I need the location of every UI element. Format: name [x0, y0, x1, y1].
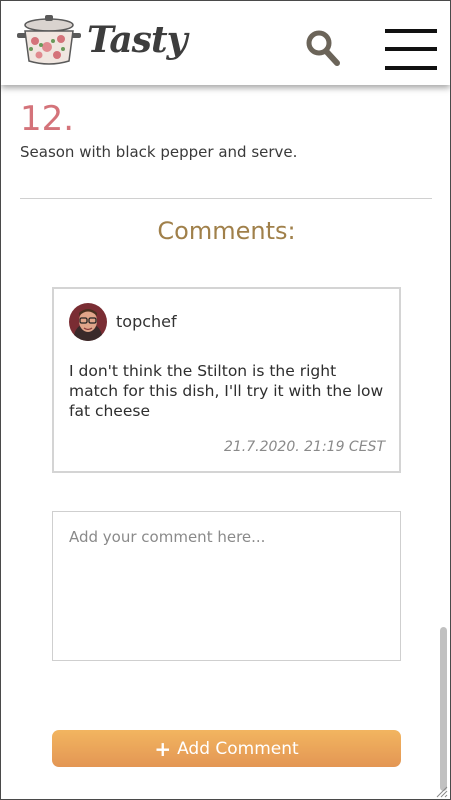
- avatar[interactable]: [69, 303, 107, 341]
- comment-card: topchef I don't think the Stilton is the…: [52, 287, 401, 473]
- top-header: Tasty: [1, 1, 450, 85]
- search-icon: [306, 30, 340, 66]
- comment-input[interactable]: [52, 511, 401, 661]
- search-button[interactable]: [305, 29, 341, 67]
- comment-username[interactable]: topchef: [116, 312, 177, 331]
- logo-text[interactable]: Tasty: [87, 19, 187, 61]
- comment-text: I don't think the Stilton is the right m…: [69, 362, 384, 420]
- hamburger-menu-icon: [385, 29, 437, 33]
- section-divider: [20, 198, 432, 199]
- comments-heading: Comments:: [157, 217, 296, 245]
- logo-pot-icon[interactable]: [17, 15, 81, 67]
- scrollbar-thumb[interactable]: [440, 627, 447, 791]
- plus-icon: +: [154, 736, 172, 761]
- resize-handle-icon[interactable]: [434, 783, 448, 798]
- page: Tasty 12. Season with black pepper and s…: [0, 0, 451, 800]
- step-text: Season with black pepper and serve.: [20, 143, 298, 161]
- hamburger-menu-button[interactable]: [385, 29, 437, 71]
- step-number: 12.: [20, 99, 75, 139]
- comment-date: 21.7.2020. 21:19 CEST: [223, 439, 385, 455]
- add-comment-label: Add Comment: [177, 738, 299, 759]
- add-comment-button[interactable]: + Add Comment: [52, 730, 401, 767]
